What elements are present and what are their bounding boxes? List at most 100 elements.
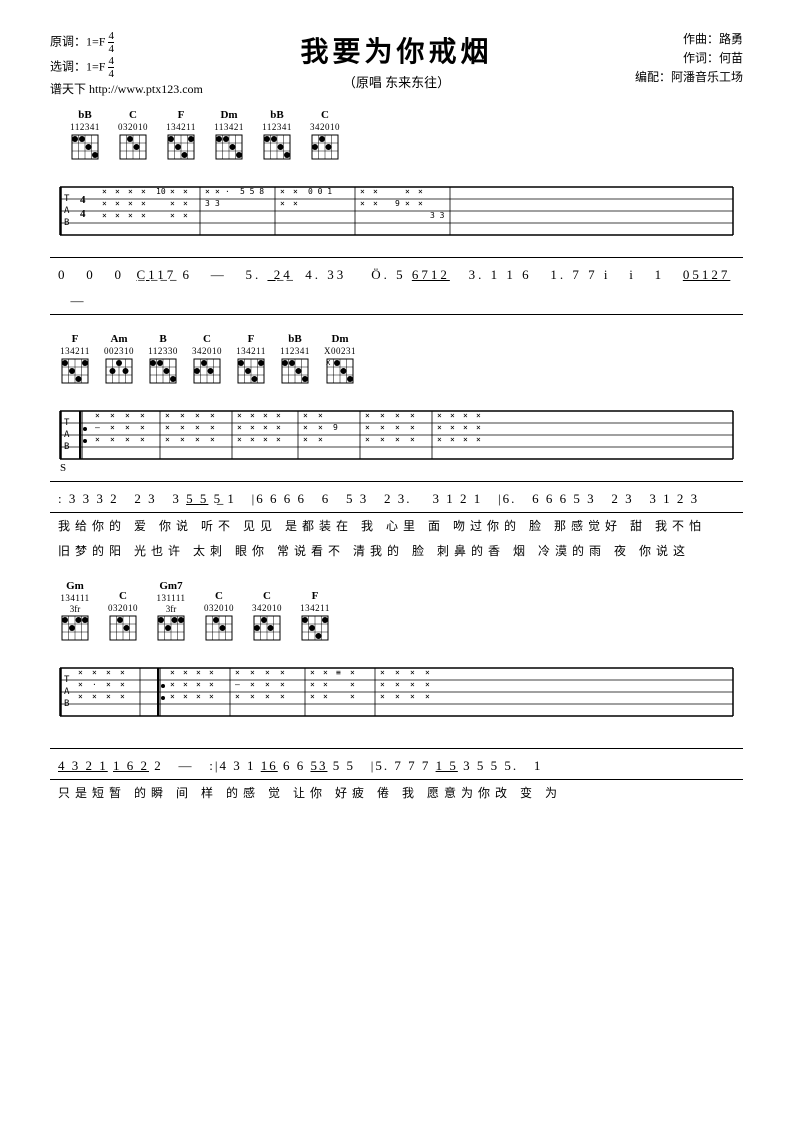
svg-text:×: × bbox=[95, 435, 100, 444]
svg-text:A: A bbox=[64, 687, 70, 697]
lyrics-line-1: 我给你的 爱 你说 听不 见见 是都装在 我 心里 面 吻过你的 脸 那感觉好 … bbox=[58, 516, 751, 538]
svg-text:×: × bbox=[196, 692, 201, 701]
svg-text:×: × bbox=[125, 435, 130, 444]
svg-text:×: × bbox=[276, 423, 281, 432]
svg-text:×: × bbox=[380, 423, 385, 432]
svg-text:×: × bbox=[115, 199, 120, 208]
svg-text:×: × bbox=[141, 211, 146, 220]
svg-text:×: × bbox=[410, 680, 415, 689]
chord-C-6: C 342010 bbox=[252, 590, 282, 642]
chord-F-4: F 134211 bbox=[300, 590, 330, 642]
chord-row-1: bB 112341 C 032010 bbox=[50, 109, 743, 161]
svg-text:9: 9 bbox=[395, 199, 400, 208]
svg-text:×: × bbox=[280, 692, 285, 701]
svg-text:×: × bbox=[196, 680, 201, 689]
svg-text:×: × bbox=[209, 668, 214, 677]
svg-text:×: × bbox=[120, 668, 125, 677]
svg-text:×: × bbox=[360, 199, 365, 208]
svg-text:×: × bbox=[102, 199, 107, 208]
svg-text:3: 3 bbox=[215, 199, 220, 208]
svg-text:×: × bbox=[78, 680, 83, 689]
svg-text:×: × bbox=[310, 680, 315, 689]
chord-B: B 112330 bbox=[148, 333, 178, 385]
svg-text:×: × bbox=[276, 411, 281, 420]
svg-text:×: × bbox=[450, 423, 455, 432]
page: 原调：1=F 44 选调：1=F 44 谱天下 http://www.ptx12… bbox=[0, 0, 793, 1122]
svg-text:×: × bbox=[418, 187, 423, 196]
svg-text:×: × bbox=[373, 199, 378, 208]
svg-text:×: × bbox=[318, 423, 323, 432]
svg-text:—: — bbox=[235, 680, 240, 689]
svg-text:×: × bbox=[183, 692, 188, 701]
svg-text:×: × bbox=[170, 187, 175, 196]
svg-text:×: × bbox=[195, 423, 200, 432]
svg-text:×: × bbox=[102, 211, 107, 220]
svg-text:×: × bbox=[110, 423, 115, 432]
svg-text:×: × bbox=[235, 668, 240, 677]
chord-bB-2: bB 112341 bbox=[262, 109, 292, 161]
svg-text:×: × bbox=[110, 435, 115, 444]
svg-text:×: × bbox=[183, 680, 188, 689]
svg-text:×: × bbox=[410, 411, 415, 420]
svg-text:×: × bbox=[380, 692, 385, 701]
svg-text:×: × bbox=[106, 668, 111, 677]
svg-text:×: × bbox=[476, 411, 481, 420]
svg-text:×: × bbox=[140, 411, 145, 420]
notation-line-3: 4 3 2 1 1 6 2 2 — :|4 3 1 16 6 6 53 5 5 … bbox=[50, 748, 743, 780]
svg-text:×: × bbox=[209, 680, 214, 689]
chord-Dm-2: Dm X00231 X bbox=[324, 333, 356, 385]
svg-text:×: × bbox=[380, 435, 385, 444]
svg-text:×: × bbox=[425, 668, 430, 677]
svg-text:B: B bbox=[64, 699, 69, 709]
svg-text:×: × bbox=[265, 692, 270, 701]
svg-text:5 5 8: 5 5 8 bbox=[240, 187, 264, 196]
svg-text:×: × bbox=[476, 423, 481, 432]
svg-text:A: A bbox=[64, 430, 70, 440]
svg-text:×: × bbox=[120, 680, 125, 689]
svg-text:×: × bbox=[280, 668, 285, 677]
svg-text:×: × bbox=[125, 411, 130, 420]
svg-text:×: × bbox=[318, 435, 323, 444]
svg-text:×: × bbox=[303, 411, 308, 420]
svg-text:×: × bbox=[210, 435, 215, 444]
svg-text:×: × bbox=[180, 435, 185, 444]
svg-text:×: × bbox=[235, 692, 240, 701]
svg-text:×: × bbox=[395, 680, 400, 689]
svg-text:×: × bbox=[215, 187, 220, 196]
svg-text:×: × bbox=[92, 692, 97, 701]
lyrics-line-2: 旧梦的阳 光也许 太刺 眼你 常说看不 清我的 脸 刺鼻的香 烟 冷漠的雨 夜 … bbox=[58, 541, 751, 563]
svg-text:×: × bbox=[250, 435, 255, 444]
notation-line-2: : 3 3 3 2 2 3 3 5 5 5̲ 1 |6 6 6 6 6 5 3 … bbox=[50, 481, 743, 513]
svg-text:×: × bbox=[237, 423, 242, 432]
svg-text:T: T bbox=[64, 194, 70, 204]
svg-text:×: × bbox=[410, 692, 415, 701]
svg-text:4: 4 bbox=[80, 208, 86, 220]
svg-text:×: × bbox=[237, 411, 242, 420]
chord-row-2: F 134211 Am 002310 bbox=[50, 333, 743, 385]
svg-text:×: × bbox=[350, 692, 355, 701]
svg-text:×: × bbox=[276, 435, 281, 444]
svg-text:×: × bbox=[250, 692, 255, 701]
svg-text:×: × bbox=[78, 668, 83, 677]
notation-line-1: 0 0 0 C̲1̲1̲7̲ 6 — 5. 2̲4̲ 4. 33 Ö. 5 67… bbox=[50, 257, 743, 315]
svg-text:×: × bbox=[265, 668, 270, 677]
svg-text:×: × bbox=[128, 199, 133, 208]
svg-text:X: X bbox=[326, 359, 331, 367]
section3: Gm 134111 3fr C 032 bbox=[50, 580, 743, 805]
svg-text:×: × bbox=[280, 187, 285, 196]
svg-text:×: × bbox=[437, 423, 442, 432]
svg-text:×: × bbox=[170, 211, 175, 220]
svg-text:×: × bbox=[365, 435, 370, 444]
svg-text:×: × bbox=[263, 435, 268, 444]
svg-text:×: × bbox=[405, 199, 410, 208]
svg-text:0 0 1: 0 0 1 bbox=[308, 187, 332, 196]
original-key: 原调：1=F 44 bbox=[50, 30, 203, 55]
svg-text:×: × bbox=[437, 435, 442, 444]
svg-text:×: × bbox=[373, 187, 378, 196]
svg-text:×: × bbox=[183, 199, 188, 208]
svg-text:×: × bbox=[395, 668, 400, 677]
lyrics-line-3: 只是短暂 的瞬 间 样 的感 觉 让你 好疲 倦 我 愿意为你改 变 为 bbox=[58, 783, 751, 805]
chord-C-4: C 032010 bbox=[108, 590, 138, 642]
svg-text:×: × bbox=[183, 187, 188, 196]
chord-Dm-1: Dm 113421 bbox=[214, 109, 244, 161]
